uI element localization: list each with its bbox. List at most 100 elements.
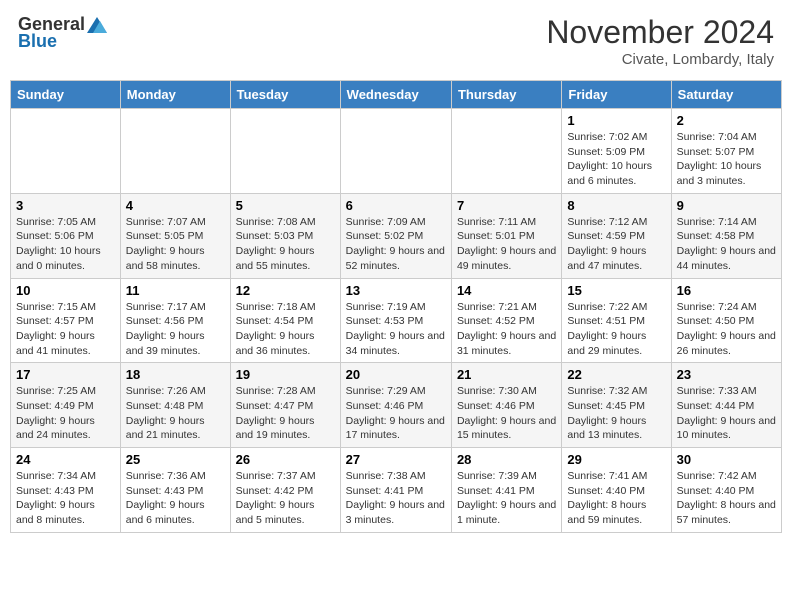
calendar-cell: 22Sunrise: 7:32 AM Sunset: 4:45 PM Dayli… bbox=[562, 363, 671, 448]
calendar-header-wednesday: Wednesday bbox=[340, 81, 451, 109]
day-number: 28 bbox=[457, 452, 556, 467]
calendar-cell: 14 Sunrise: 7:21 AM Sunset: 4:52 PM Dayli… bbox=[451, 278, 561, 363]
day-number: 7 bbox=[457, 198, 556, 213]
calendar-header-sunday: Sunday bbox=[11, 81, 121, 109]
day-number: 14 bbox=[457, 283, 556, 298]
day-info: Sunrise: 7:28 AM Sunset: 4:47 PM Dayligh… bbox=[236, 384, 335, 443]
calendar-cell: 16Sunrise: 7:24 AM Sunset: 4:50 PM Dayli… bbox=[671, 278, 781, 363]
day-info: Sunrise: 7:42 AM Sunset: 4:40 PM Dayligh… bbox=[677, 469, 776, 528]
calendar-cell: 30 Sunrise: 7:42 AM Sunset: 4:40 PM Dayli… bbox=[671, 448, 781, 533]
calendar-cell: 4 Sunrise: 7:07 AM Sunset: 5:05 PM Daylig… bbox=[120, 193, 230, 278]
day-number: 21 bbox=[457, 367, 556, 382]
day-number: 1 bbox=[567, 113, 665, 128]
day-number: 15 bbox=[567, 283, 665, 298]
calendar-cell: 5 Sunrise: 7:08 AM Sunset: 5:03 PM Daylig… bbox=[230, 193, 340, 278]
day-number: 17 bbox=[16, 367, 115, 382]
calendar-header-monday: Monday bbox=[120, 81, 230, 109]
day-number: 3 bbox=[16, 198, 115, 213]
day-info: Sunrise: 7:04 AM Sunset: 5:07 PM Dayligh… bbox=[677, 130, 776, 189]
day-info: Sunrise: 7:30 AM Sunset: 4:46 PM Dayligh… bbox=[457, 384, 556, 443]
day-number: 11 bbox=[126, 283, 225, 298]
calendar-cell: 1 Sunrise: 7:02 AM Sunset: 5:09 PM Daylig… bbox=[562, 109, 671, 194]
calendar-table: SundayMondayTuesdayWednesdayThursdayFrid… bbox=[10, 80, 782, 533]
logo-blue-text: Blue bbox=[18, 31, 57, 52]
day-info: Sunrise: 7:08 AM Sunset: 5:03 PM Dayligh… bbox=[236, 215, 335, 274]
day-number: 9 bbox=[677, 198, 776, 213]
day-info: Sunrise: 7:22 AM Sunset: 4:51 PM Dayligh… bbox=[567, 300, 665, 359]
day-info: Sunrise: 7:36 AM Sunset: 4:43 PM Dayligh… bbox=[126, 469, 225, 528]
calendar-cell: 23 Sunrise: 7:33 AM Sunset: 4:44 PM Dayli… bbox=[671, 363, 781, 448]
calendar-week-row: 3 Sunrise: 7:05 AM Sunset: 5:06 PM Daylig… bbox=[11, 193, 782, 278]
calendar-cell: 9Sunrise: 7:14 AM Sunset: 4:58 PM Daylig… bbox=[671, 193, 781, 278]
day-number: 16 bbox=[677, 283, 776, 298]
calendar-week-row: 17Sunrise: 7:25 AM Sunset: 4:49 PM Dayli… bbox=[11, 363, 782, 448]
calendar-cell: 26 Sunrise: 7:37 AM Sunset: 4:42 PM Dayli… bbox=[230, 448, 340, 533]
calendar-week-row: 24 Sunrise: 7:34 AM Sunset: 4:43 PM Dayli… bbox=[11, 448, 782, 533]
day-info: Sunrise: 7:37 AM Sunset: 4:42 PM Dayligh… bbox=[236, 469, 335, 528]
header: General Blue November 2024 Civate, Lomba… bbox=[10, 10, 782, 72]
calendar-cell: 24 Sunrise: 7:34 AM Sunset: 4:43 PM Dayli… bbox=[11, 448, 121, 533]
calendar-cell: 7 Sunrise: 7:11 AM Sunset: 5:01 PM Daylig… bbox=[451, 193, 561, 278]
calendar-cell: 12 Sunrise: 7:18 AM Sunset: 4:54 PM Dayli… bbox=[230, 278, 340, 363]
day-number: 20 bbox=[346, 367, 446, 382]
day-info: Sunrise: 7:15 AM Sunset: 4:57 PM Dayligh… bbox=[16, 300, 115, 359]
day-info: Sunrise: 7:11 AM Sunset: 5:01 PM Dayligh… bbox=[457, 215, 556, 274]
day-info: Sunrise: 7:39 AM Sunset: 4:41 PM Dayligh… bbox=[457, 469, 556, 528]
day-info: Sunrise: 7:19 AM Sunset: 4:53 PM Dayligh… bbox=[346, 300, 446, 359]
day-number: 6 bbox=[346, 198, 446, 213]
calendar-header-thursday: Thursday bbox=[451, 81, 561, 109]
calendar-cell: 13 Sunrise: 7:19 AM Sunset: 4:53 PM Dayli… bbox=[340, 278, 451, 363]
calendar-cell: 20Sunrise: 7:29 AM Sunset: 4:46 PM Dayli… bbox=[340, 363, 451, 448]
day-number: 30 bbox=[677, 452, 776, 467]
calendar-cell bbox=[11, 109, 121, 194]
calendar-cell: 6 Sunrise: 7:09 AM Sunset: 5:02 PM Daylig… bbox=[340, 193, 451, 278]
day-info: Sunrise: 7:32 AM Sunset: 4:45 PM Dayligh… bbox=[567, 384, 665, 443]
calendar-cell: 3 Sunrise: 7:05 AM Sunset: 5:06 PM Daylig… bbox=[11, 193, 121, 278]
day-number: 10 bbox=[16, 283, 115, 298]
day-number: 29 bbox=[567, 452, 665, 467]
day-info: Sunrise: 7:02 AM Sunset: 5:09 PM Dayligh… bbox=[567, 130, 665, 189]
day-info: Sunrise: 7:05 AM Sunset: 5:06 PM Dayligh… bbox=[16, 215, 115, 274]
day-number: 8 bbox=[567, 198, 665, 213]
day-number: 24 bbox=[16, 452, 115, 467]
day-number: 23 bbox=[677, 367, 776, 382]
day-number: 25 bbox=[126, 452, 225, 467]
month-title: November 2024 bbox=[546, 14, 774, 51]
logo: General Blue bbox=[18, 14, 107, 52]
calendar-header-friday: Friday bbox=[562, 81, 671, 109]
calendar-header-row: SundayMondayTuesdayWednesdayThursdayFrid… bbox=[11, 81, 782, 109]
day-info: Sunrise: 7:17 AM Sunset: 4:56 PM Dayligh… bbox=[126, 300, 225, 359]
day-info: Sunrise: 7:21 AM Sunset: 4:52 PM Dayligh… bbox=[457, 300, 556, 359]
day-number: 18 bbox=[126, 367, 225, 382]
calendar-cell: 25 Sunrise: 7:36 AM Sunset: 4:43 PM Dayli… bbox=[120, 448, 230, 533]
calendar-cell: 18 Sunrise: 7:26 AM Sunset: 4:48 PM Dayli… bbox=[120, 363, 230, 448]
calendar-cell: 8Sunrise: 7:12 AM Sunset: 4:59 PM Daylig… bbox=[562, 193, 671, 278]
calendar-cell: 19 Sunrise: 7:28 AM Sunset: 4:47 PM Dayli… bbox=[230, 363, 340, 448]
day-info: Sunrise: 7:18 AM Sunset: 4:54 PM Dayligh… bbox=[236, 300, 335, 359]
calendar-cell: 15 Sunrise: 7:22 AM Sunset: 4:51 PM Dayli… bbox=[562, 278, 671, 363]
day-number: 26 bbox=[236, 452, 335, 467]
day-number: 19 bbox=[236, 367, 335, 382]
day-info: Sunrise: 7:07 AM Sunset: 5:05 PM Dayligh… bbox=[126, 215, 225, 274]
day-info: Sunrise: 7:33 AM Sunset: 4:44 PM Dayligh… bbox=[677, 384, 776, 443]
calendar-cell bbox=[230, 109, 340, 194]
logo-icon bbox=[87, 17, 107, 33]
day-info: Sunrise: 7:38 AM Sunset: 4:41 PM Dayligh… bbox=[346, 469, 446, 528]
day-number: 13 bbox=[346, 283, 446, 298]
day-number: 5 bbox=[236, 198, 335, 213]
calendar-cell: 21 Sunrise: 7:30 AM Sunset: 4:46 PM Dayli… bbox=[451, 363, 561, 448]
title-block: November 2024 Civate, Lombardy, Italy bbox=[546, 14, 774, 68]
calendar-cell: 28 Sunrise: 7:39 AM Sunset: 4:41 PM Dayli… bbox=[451, 448, 561, 533]
calendar-header-tuesday: Tuesday bbox=[230, 81, 340, 109]
calendar-cell bbox=[340, 109, 451, 194]
calendar-cell: 11 Sunrise: 7:17 AM Sunset: 4:56 PM Dayli… bbox=[120, 278, 230, 363]
day-number: 4 bbox=[126, 198, 225, 213]
day-info: Sunrise: 7:34 AM Sunset: 4:43 PM Dayligh… bbox=[16, 469, 115, 528]
calendar-cell bbox=[451, 109, 561, 194]
day-info: Sunrise: 7:09 AM Sunset: 5:02 PM Dayligh… bbox=[346, 215, 446, 274]
day-number: 2 bbox=[677, 113, 776, 128]
day-info: Sunrise: 7:26 AM Sunset: 4:48 PM Dayligh… bbox=[126, 384, 225, 443]
day-number: 27 bbox=[346, 452, 446, 467]
day-number: 12 bbox=[236, 283, 335, 298]
calendar-cell: 10 Sunrise: 7:15 AM Sunset: 4:57 PM Dayli… bbox=[11, 278, 121, 363]
